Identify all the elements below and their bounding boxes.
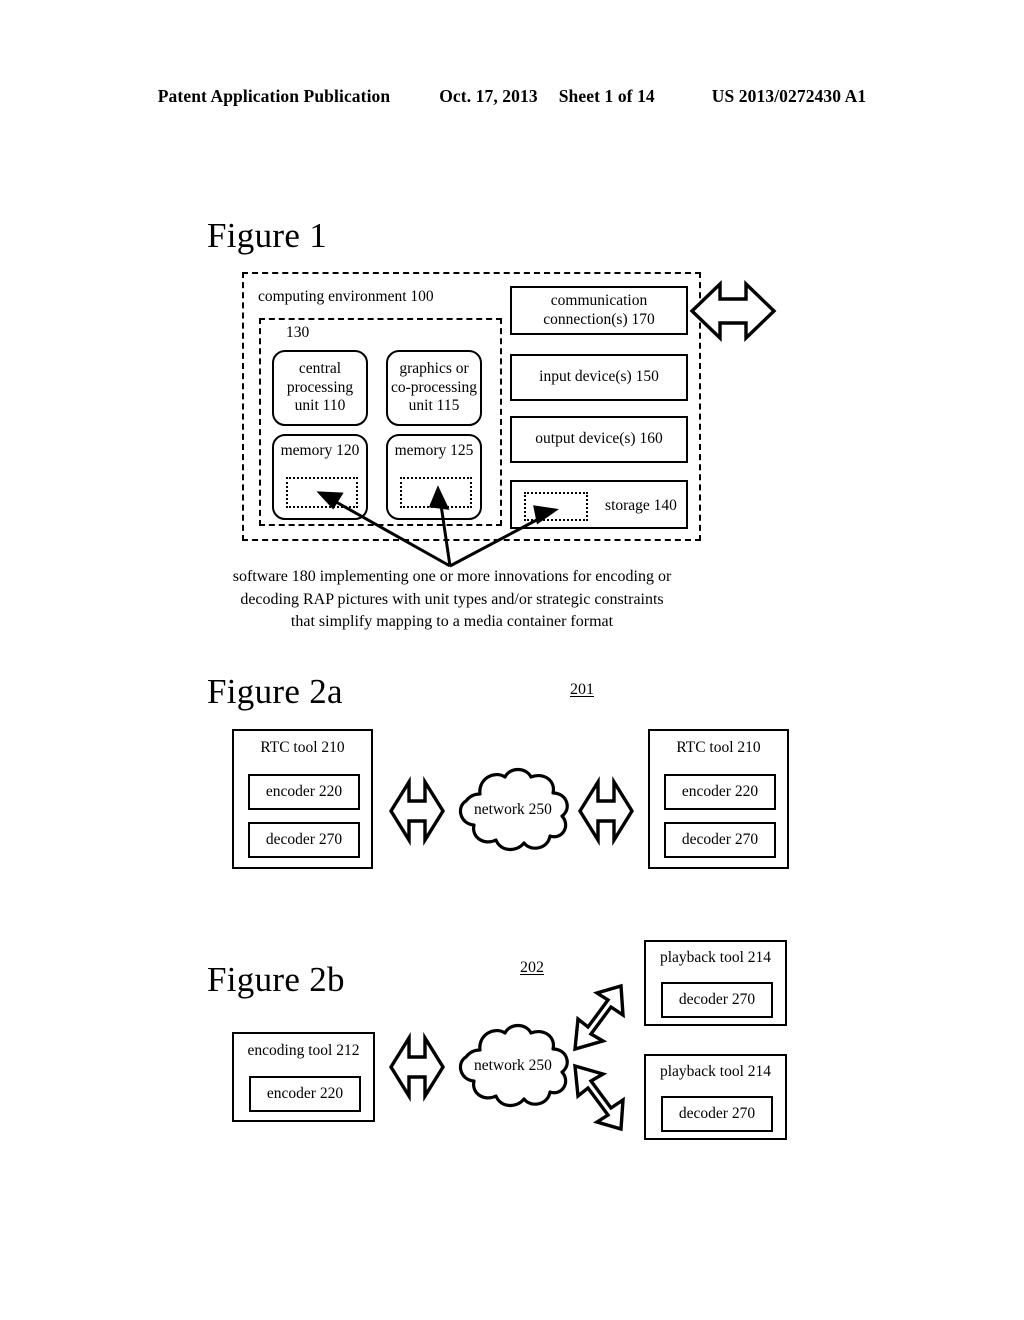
figure-2a-network-label: network 250 bbox=[474, 801, 552, 818]
storage-label: storage 140 bbox=[605, 497, 677, 514]
rtc-tool-left-box: RTC tool 210 encoder 220 decoder 270 bbox=[232, 729, 373, 869]
playback-tool-box-1: playback tool 214 decoder 270 bbox=[644, 940, 787, 1026]
encoding-tool-encoder-box: encoder 220 bbox=[249, 1076, 361, 1112]
figure-2b-reference-number: 202 bbox=[520, 959, 544, 976]
output-devices-box: output device(s) 160 bbox=[510, 416, 688, 463]
figure-2b-upper-diagonal-double-headed-arrow-icon bbox=[573, 983, 625, 1052]
communication-double-headed-arrow-icon bbox=[689, 279, 777, 343]
central-processing-unit-box: central processing unit 110 bbox=[272, 350, 368, 426]
memory-125-software-region bbox=[400, 477, 472, 508]
rtc-tool-right-decoder-box: decoder 270 bbox=[664, 822, 776, 858]
figure-2a-reference-number: 201 bbox=[570, 681, 594, 698]
figure-2b-left-double-headed-arrow-icon bbox=[388, 1032, 446, 1102]
patent-number: US 2013/0272430 A1 bbox=[711, 86, 867, 106]
storage-box: storage 140 bbox=[510, 480, 688, 529]
figure-2b-lower-diagonal-double-headed-arrow-icon bbox=[573, 1063, 625, 1132]
page-header: Patent Application Publication Oct. 17, … bbox=[0, 86, 1024, 107]
encoding-tool-box: encoding tool 212 encoder 220 bbox=[232, 1032, 375, 1122]
computing-environment-label: computing environment 100 bbox=[258, 288, 434, 305]
rtc-tool-right-label: RTC tool 210 bbox=[676, 739, 761, 756]
memory-125-label: memory 125 bbox=[394, 442, 474, 459]
playback-tool-label-1: playback tool 214 bbox=[659, 949, 772, 966]
encoding-tool-label: encoding tool 212 bbox=[247, 1042, 360, 1059]
memory-120-box: memory 120 bbox=[272, 434, 368, 520]
rtc-tool-left-label: RTC tool 210 bbox=[260, 739, 345, 756]
memory-120-software-region bbox=[286, 477, 358, 508]
figure-2a-left-double-headed-arrow-icon bbox=[388, 776, 446, 846]
communication-connections-box: communication connection(s) 170 bbox=[510, 286, 688, 335]
publication-date: Oct. 17, 2013 bbox=[439, 86, 538, 106]
figure-2a-title: Figure 2a bbox=[207, 672, 343, 711]
rtc-tool-left-encoder-box: encoder 220 bbox=[248, 774, 360, 810]
rtc-tool-left-decoder-box: decoder 270 bbox=[248, 822, 360, 858]
sheet-number: Sheet 1 of 14 bbox=[558, 86, 655, 106]
playback-tool-box-2: playback tool 214 decoder 270 bbox=[644, 1054, 787, 1140]
graphics-co-processing-unit-box: graphics or co-processing unit 115 bbox=[386, 350, 482, 426]
rtc-tool-right-box: RTC tool 210 encoder 220 decoder 270 bbox=[648, 729, 789, 869]
memory-125-box: memory 125 bbox=[386, 434, 482, 520]
rtc-tool-right-encoder-box: encoder 220 bbox=[664, 774, 776, 810]
playback-tool-decoder-box-2: decoder 270 bbox=[661, 1096, 773, 1132]
processing-group-label: 130 bbox=[286, 324, 310, 341]
publication-label: Patent Application Publication bbox=[157, 86, 391, 106]
figure-2a-right-double-headed-arrow-icon bbox=[577, 776, 635, 846]
input-devices-box: input device(s) 150 bbox=[510, 354, 688, 401]
playback-tool-label-2: playback tool 214 bbox=[659, 1063, 772, 1080]
figure-1-software-arrows bbox=[316, 485, 559, 568]
memory-120-label: memory 120 bbox=[280, 442, 360, 459]
figure-1-software-caption: software 180 implementing one or more in… bbox=[232, 568, 672, 631]
storage-software-region bbox=[524, 492, 588, 521]
figure-1-title: Figure 1 bbox=[207, 216, 328, 255]
figure-2b-title: Figure 2b bbox=[207, 960, 345, 999]
playback-tool-decoder-box-1: decoder 270 bbox=[661, 982, 773, 1018]
figure-2b-network-label: network 250 bbox=[474, 1057, 552, 1074]
